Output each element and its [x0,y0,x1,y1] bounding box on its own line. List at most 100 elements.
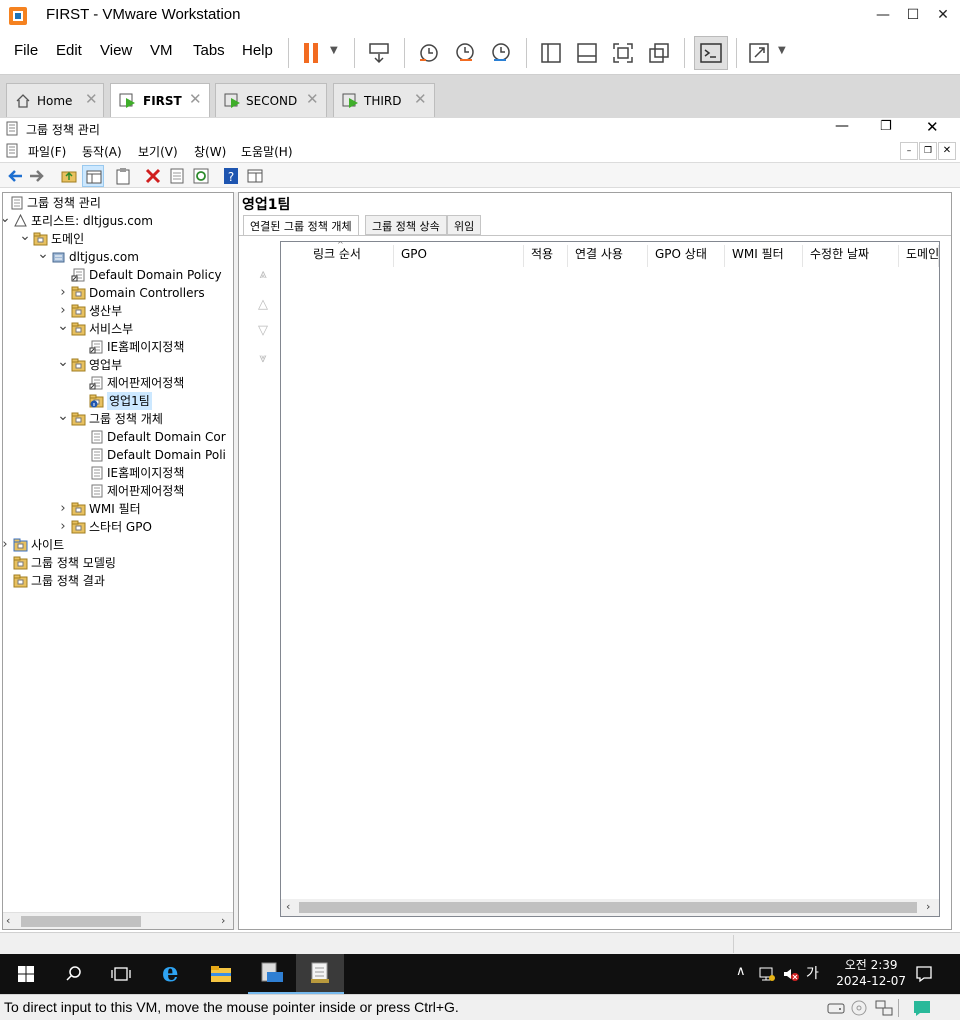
back-icon[interactable] [6,167,24,185]
move-bottom-icon[interactable]: ⩔ [255,351,271,367]
tree-node[interactable]: ⌄ 포리스트: dltjgus.com [3,209,233,230]
up-folder-icon[interactable] [60,167,78,185]
hard-disk-icon[interactable] [826,999,846,1017]
scroll-left-icon[interactable]: ‹ [286,900,290,913]
tab-delegation[interactable]: 위임 [447,215,482,235]
scroll-thumb[interactable] [299,902,917,913]
mmc-menu-help[interactable]: 도움말(H) [241,143,293,160]
column-modified-date[interactable]: 수정한 날짜 [803,245,899,267]
mmc-menu-action[interactable]: 동작(A) [82,143,122,160]
tree-node[interactable]: › 스타터 GPO [3,518,233,536]
column-enforced[interactable]: 적용 [524,245,568,267]
tree-node[interactable]: › WMI 필터 [3,500,233,518]
scroll-left-icon[interactable]: ‹ [6,914,10,927]
column-gpo-status[interactable]: GPO 상태 [648,245,725,267]
taskbar-server-manager[interactable] [248,954,296,994]
tree-node[interactable]: IE홈페이지정책 [3,338,233,356]
tab-close-icon[interactable]: ✕ [414,90,427,108]
mmc-minimize-button[interactable]: — [835,118,849,134]
ime-indicator[interactable]: 가 [806,963,819,983]
tab-close-icon[interactable]: ✕ [189,90,202,108]
menu-file[interactable]: File [14,42,38,59]
internet-explorer-icon[interactable]: e [162,958,179,988]
tree-node[interactable]: › 생산부 [3,302,233,320]
tab-second[interactable]: SECOND ✕ [215,83,327,117]
full-screen-icon[interactable] [610,40,636,66]
help-icon[interactable]: ? [222,167,240,185]
tree-node[interactable]: ⌄ 영업부 [3,353,233,374]
maximize-button[interactable]: ☐ [898,4,928,28]
tray-clock[interactable]: 오전 2:39 2024-12-07 [836,957,906,989]
volume-muted-icon[interactable] [782,966,800,982]
snapshot-take-icon[interactable] [416,40,442,66]
expand-chevron-icon[interactable]: › [57,500,69,518]
forward-icon[interactable] [28,167,46,185]
linked-gpo-list[interactable]: ^ 링크 순서 GPO 적용 연결 사용 GPO 상태 WMI 필터 수정한 날… [280,240,940,917]
snapshot-manager-icon[interactable] [488,40,514,66]
collapse-chevron-icon[interactable]: ⌄ [3,209,11,227]
network-adapter-icon[interactable] [874,999,894,1017]
tree-node[interactable]: › 사이트 [3,536,233,554]
column-link-enabled[interactable]: 연결 사용 [568,245,648,267]
tab-close-icon[interactable]: ✕ [85,90,98,108]
tree-node[interactable]: 영업1팀 [3,392,233,410]
collapse-chevron-icon[interactable]: ⌄ [57,407,69,425]
console-tree[interactable]: 그룹 정책 관리⌄포리스트: dltjgus.com⌄도메인⌄dltjgus.c… [2,192,234,930]
child-minimize-button[interactable]: – [900,142,918,160]
tab-home[interactable]: Home ✕ [6,83,104,117]
tree-node[interactable]: Default Domain Poli [3,446,233,464]
mmc-menu-file[interactable]: 파일(F) [28,143,66,160]
stretch-dropdown-icon[interactable]: ▼ [778,45,786,56]
network-icon[interactable] [758,966,776,982]
column-domain[interactable]: 도메인 [899,245,939,267]
column-link-order[interactable]: 링크 순서 [306,245,394,267]
tree-node[interactable]: ⌄ 서비스부 [3,318,233,338]
tab-close-icon[interactable]: ✕ [306,90,319,108]
refresh-icon[interactable] [192,167,210,185]
tab-third[interactable]: THIRD ✕ [333,83,435,117]
move-up-icon[interactable]: △ [255,297,271,313]
menu-help[interactable]: Help [242,42,273,59]
console-view-button[interactable] [694,36,728,70]
expand-chevron-icon[interactable]: › [3,536,11,554]
scroll-right-icon[interactable]: › [221,914,225,927]
send-ctrl-alt-del-icon[interactable] [366,40,392,66]
minimize-button[interactable]: — [868,4,898,28]
close-button[interactable]: ✕ [928,4,958,28]
clipboard-icon[interactable] [114,167,132,185]
tree-node[interactable]: Default Domain Cor [3,428,233,446]
tree-node[interactable]: 그룹 정책 결과 [3,572,233,590]
tree-node[interactable]: 그룹 정책 모델링 [3,554,233,572]
expand-chevron-icon[interactable]: › [57,284,69,302]
child-restore-button[interactable]: ❐ [919,142,937,160]
tree-node[interactable]: Default Domain Policy [3,266,233,284]
menu-edit[interactable]: Edit [56,42,82,59]
menu-tabs[interactable]: Tabs [193,42,225,59]
tray-overflow-icon[interactable]: ∧ [736,964,746,979]
snapshot-revert-icon[interactable] [452,40,478,66]
child-close-button[interactable]: ✕ [938,142,956,160]
properties-icon[interactable] [168,167,186,185]
show-hide-tree-button[interactable] [82,165,104,187]
show-thumbnail-icon[interactable] [574,40,600,66]
tab-linked-gpos[interactable]: 연결된 그룹 정책 개체 [243,215,359,236]
move-down-icon[interactable]: ▽ [255,323,271,339]
action-pane-icon[interactable] [246,167,264,185]
tree-node[interactable]: IE홈페이지정책 [3,464,233,482]
file-explorer-icon[interactable] [210,964,232,984]
expand-chevron-icon[interactable]: › [57,518,69,536]
scroll-right-icon[interactable]: › [926,900,930,913]
column-wmi-filter[interactable]: WMI 필터 [725,245,803,267]
windows-start-icon[interactable] [18,966,34,982]
tree-node[interactable]: 제어판제어정책 [3,482,233,500]
message-log-icon[interactable] [912,999,932,1017]
mmc-menu-view[interactable]: 보기(V) [138,143,178,160]
collapse-chevron-icon[interactable]: ⌄ [19,227,31,245]
tree-node[interactable]: ⌄ 그룹 정책 개체 [3,407,233,428]
collapse-chevron-icon[interactable]: ⌄ [57,353,69,371]
pause-dropdown-icon[interactable]: ▼ [330,45,338,56]
menu-view[interactable]: View [100,42,132,59]
collapse-chevron-icon[interactable]: ⌄ [37,245,49,263]
delete-icon[interactable] [144,167,162,185]
tab-gp-inheritance[interactable]: 그룹 정책 상속 [365,215,447,235]
